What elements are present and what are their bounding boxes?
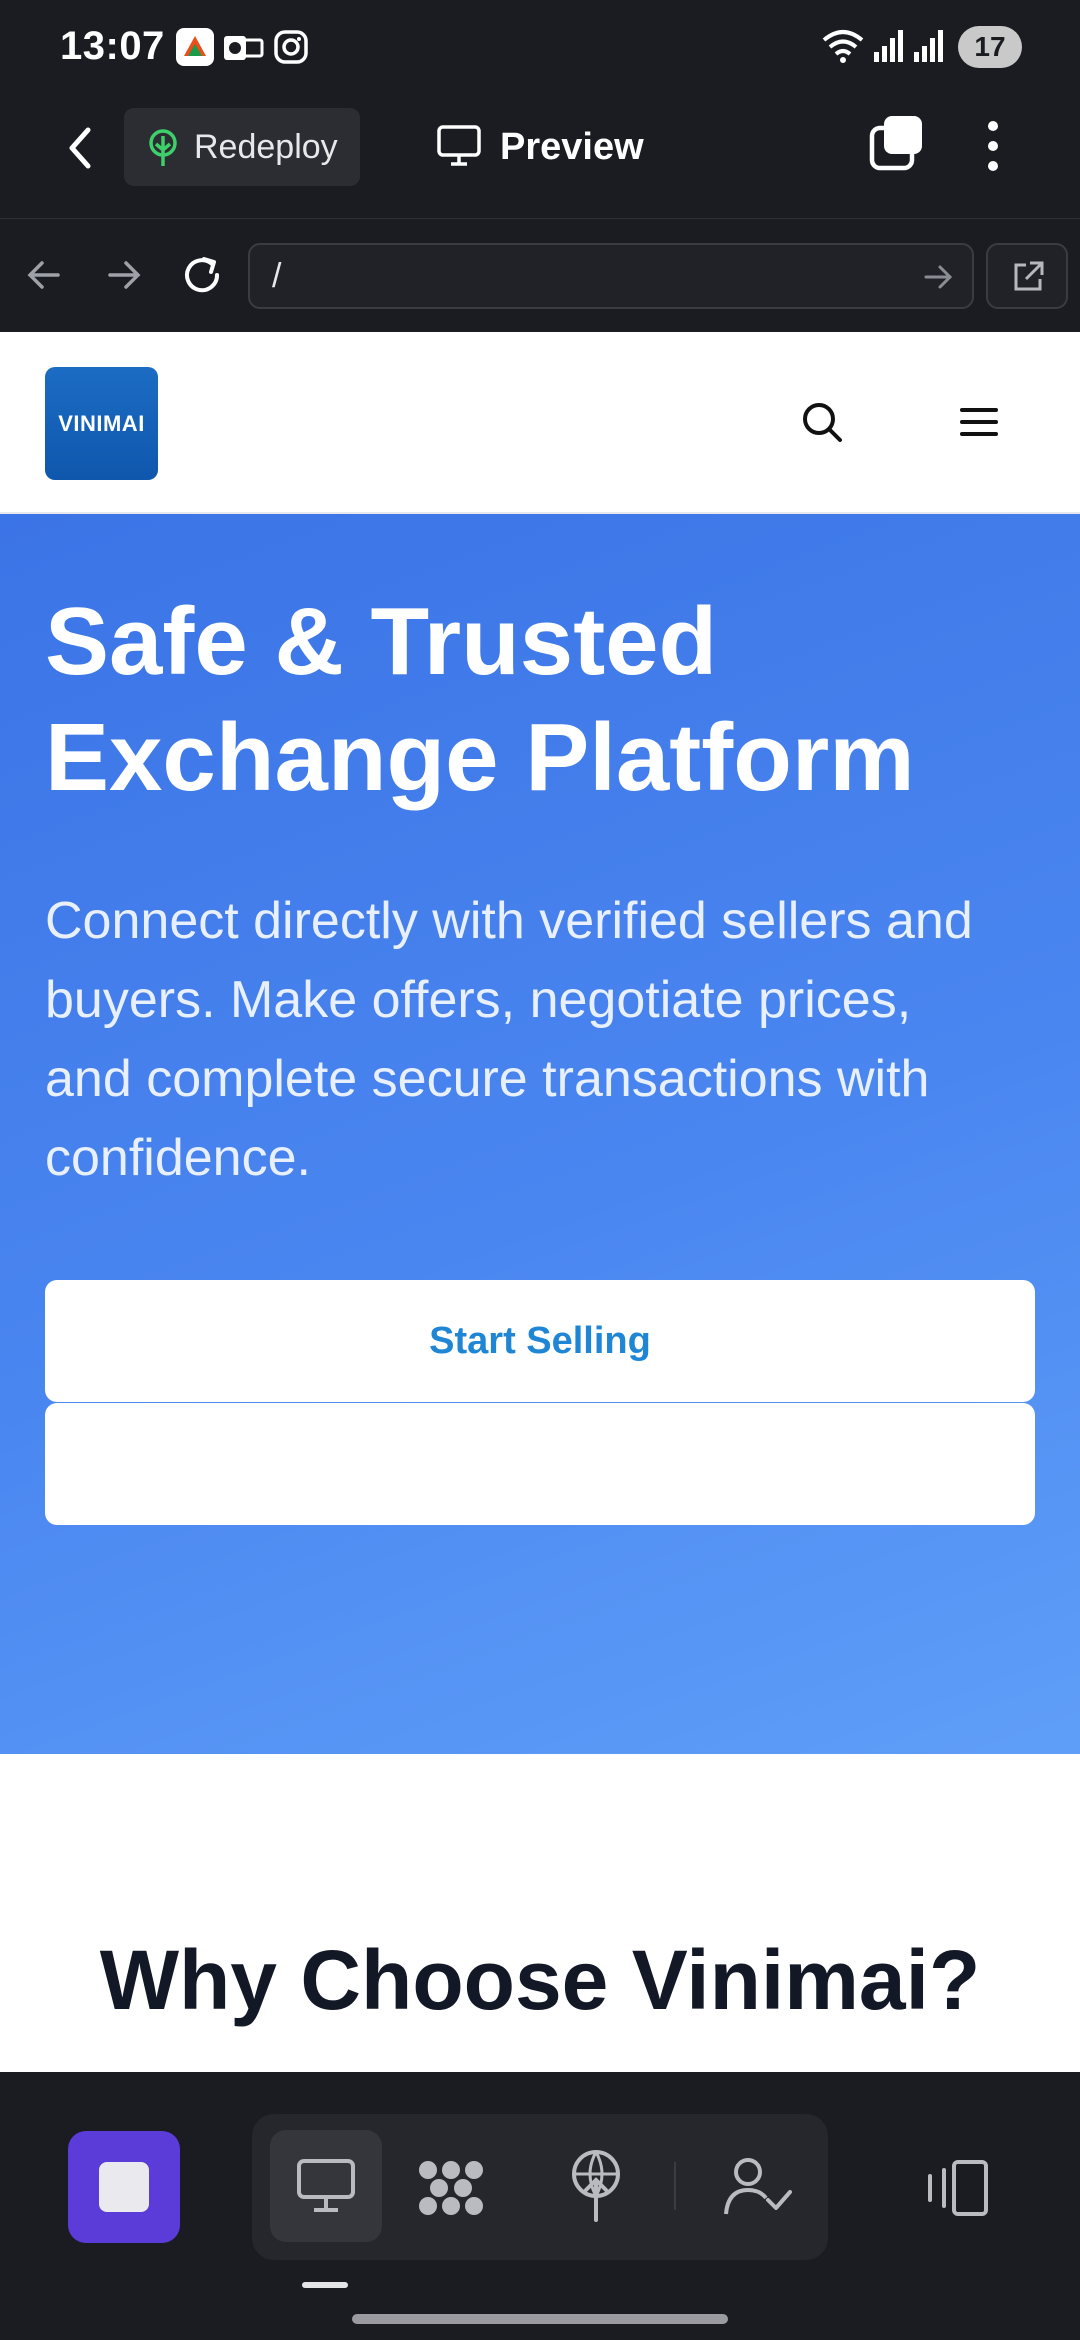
- status-bar: 13:07 17: [0, 0, 1080, 100]
- artstation-app-icon: [176, 28, 214, 66]
- menu-icon[interactable]: [958, 404, 1000, 445]
- section-title: Why Choose Vinimai?: [99, 1933, 981, 2027]
- redeploy-tree-icon: [144, 128, 182, 177]
- monitor-icon: [436, 124, 482, 178]
- preview-label: Preview: [500, 126, 644, 168]
- battery-indicator: 17: [958, 26, 1022, 68]
- site-logo[interactable]: VINIMAI: [45, 367, 158, 480]
- wifi-icon: [820, 26, 866, 71]
- more-vertical-icon[interactable]: [978, 118, 1008, 178]
- external-link-icon: [1010, 259, 1046, 300]
- external-link-button[interactable]: [986, 243, 1068, 309]
- site-header: VINIMAI: [0, 332, 1080, 514]
- web-preview: VINIMAI Safe & Trusted Exchange Platform…: [0, 332, 1080, 2072]
- hero-subtitle: Connect directly with verified sellers a…: [45, 892, 973, 1187]
- status-time: 13:07: [60, 24, 165, 68]
- signal-icon: [912, 28, 946, 69]
- url-bar: /: [0, 218, 1080, 332]
- signal-icon: [872, 28, 906, 69]
- back-icon[interactable]: [58, 122, 102, 174]
- redeploy-button[interactable]: Redeploy: [124, 108, 360, 186]
- divider: [674, 2162, 676, 2210]
- deploy-icon[interactable]: [568, 2150, 624, 2227]
- url-text: /: [272, 257, 282, 295]
- start-selling-button[interactable]: Start Selling: [45, 1280, 1035, 1402]
- desktop-icon: [296, 2158, 356, 2219]
- url-input[interactable]: /: [248, 243, 974, 309]
- device-switch-icon[interactable]: [924, 2160, 990, 2221]
- arrow-left-icon[interactable]: [24, 255, 64, 300]
- go-arrow-icon[interactable]: [922, 261, 954, 302]
- bottom-nav: [0, 2072, 1080, 2340]
- home-indicator[interactable]: [352, 2314, 728, 2324]
- active-tab-indicator: [302, 2282, 348, 2288]
- stop-icon: [99, 2162, 149, 2212]
- secondary-button[interactable]: [45, 1403, 1035, 1525]
- user-check-icon[interactable]: [724, 2156, 794, 2223]
- reload-icon[interactable]: [180, 253, 224, 302]
- app-bar: Redeploy Preview: [0, 100, 1080, 218]
- instagram-app-icon: [272, 28, 310, 66]
- redeploy-label: Redeploy: [194, 128, 338, 166]
- hero-title: Safe & Trusted Exchange Platform: [45, 588, 915, 811]
- arrow-right-icon[interactable]: [104, 255, 144, 300]
- stop-button[interactable]: [68, 2131, 180, 2243]
- desktop-tab[interactable]: [270, 2130, 382, 2242]
- grid-dots-icon[interactable]: [416, 2158, 486, 2223]
- tabs-icon[interactable]: [866, 114, 926, 174]
- nav-group: [252, 2114, 828, 2260]
- outlook-app-icon: [222, 28, 264, 66]
- search-icon[interactable]: [800, 400, 844, 449]
- hero-section: Safe & Trusted Exchange Platform Connect…: [0, 514, 1080, 1754]
